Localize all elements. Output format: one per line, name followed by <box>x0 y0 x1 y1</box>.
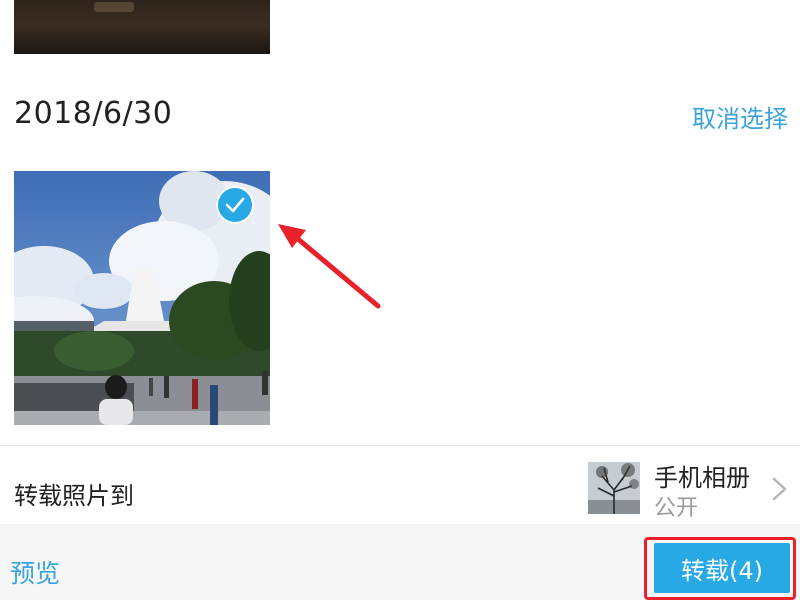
album-privacy: 公开 <box>654 496 699 521</box>
cancel-selection-link[interactable]: 取消选择 <box>692 99 788 134</box>
preview-button[interactable]: 预览 <box>10 554 60 590</box>
chevron-right-icon[interactable] <box>768 474 792 504</box>
checkmark-icon <box>225 197 245 213</box>
previous-photo-thumbnail[interactable] <box>14 0 270 54</box>
section-date: 2018/6/30 <box>14 96 173 131</box>
highlight-box-annotation <box>644 537 796 600</box>
tree-photo-image <box>588 462 640 514</box>
album-cover-thumbnail[interactable] <box>588 462 640 514</box>
divider <box>0 445 800 446</box>
album-name[interactable]: 手机相册 <box>654 458 750 493</box>
photo-selected-checkbox[interactable] <box>216 186 254 224</box>
arrow-annotation-icon <box>278 224 381 309</box>
repost-destination-label: 转载照片到 <box>14 482 134 510</box>
